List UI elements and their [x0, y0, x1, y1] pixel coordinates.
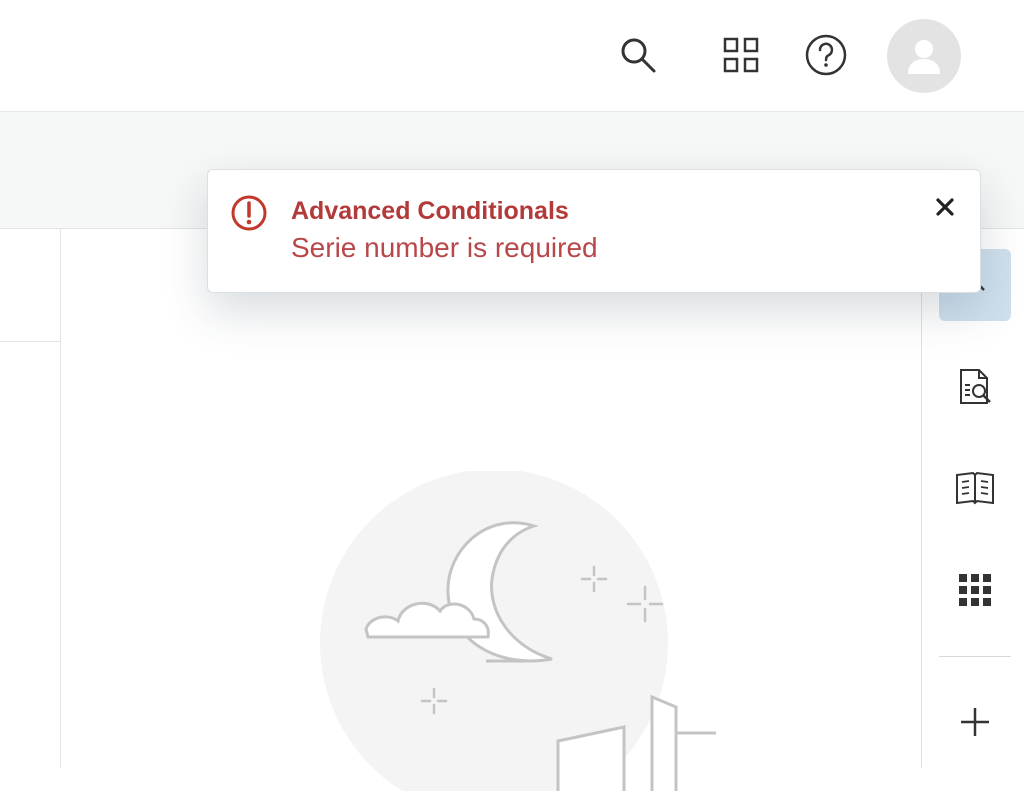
help-icon	[805, 34, 847, 76]
search-icon	[621, 38, 656, 73]
document-search-icon	[960, 369, 991, 404]
plus-icon	[961, 708, 989, 736]
add-button[interactable]	[939, 686, 1011, 758]
apps-grid-icon	[723, 37, 759, 73]
toast-title: Advanced Conditionals	[291, 197, 569, 225]
error-toast: Advanced Conditionals Serie number is re…	[207, 169, 981, 293]
search-button[interactable]	[613, 30, 663, 80]
toast-close-button[interactable]	[930, 192, 960, 222]
empty-state-illustration	[320, 471, 716, 791]
toast-message: Serie number is required	[291, 232, 598, 263]
right-rail	[921, 229, 1024, 768]
grid-icon	[959, 574, 991, 606]
close-icon	[936, 198, 954, 216]
book-button[interactable]	[939, 453, 1011, 525]
top-header	[0, 0, 1024, 112]
grid-view-button[interactable]	[939, 554, 1011, 626]
user-avatar-icon	[908, 40, 940, 74]
main-content	[61, 229, 921, 791]
document-search-button[interactable]	[939, 351, 1011, 423]
left-panel	[0, 229, 61, 768]
book-icon	[956, 471, 994, 505]
left-panel-divider	[0, 341, 60, 342]
error-icon	[231, 195, 267, 231]
help-button[interactable]	[801, 30, 851, 80]
rail-divider	[939, 656, 1011, 657]
user-avatar[interactable]	[887, 19, 961, 93]
apps-button[interactable]	[716, 30, 766, 80]
